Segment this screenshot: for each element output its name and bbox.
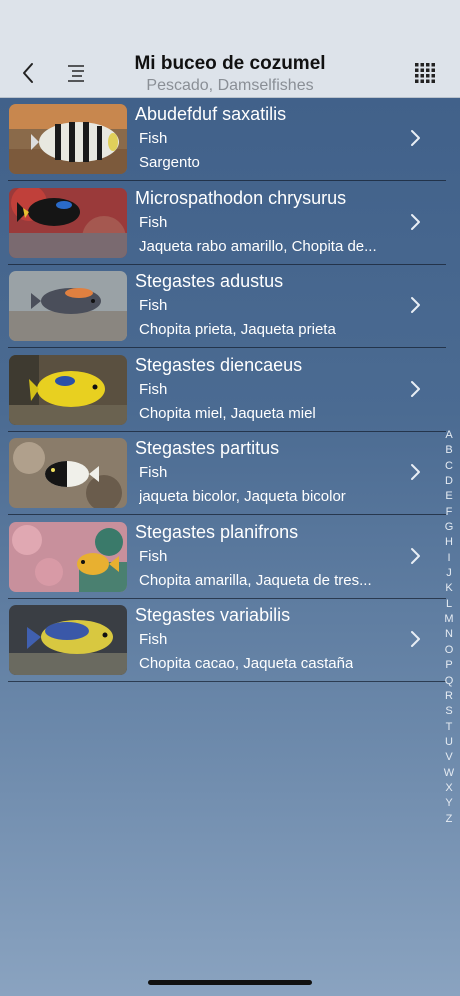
species-type: Fish <box>139 380 168 398</box>
chevron-right-icon <box>411 130 420 146</box>
menu-button[interactable] <box>62 58 90 88</box>
index-letter[interactable]: C <box>445 459 453 474</box>
species-common-names: jaqueta bicolor, Jaqueta bicolor <box>139 488 346 505</box>
index-letter[interactable]: B <box>445 443 452 458</box>
list-item[interactable]: Stegastes variabilis Fish Chopita cacao,… <box>0 599 446 682</box>
index-letter[interactable]: S <box>445 704 452 719</box>
species-name: Stegastes variabilis <box>135 605 291 625</box>
index-letter[interactable]: R <box>445 689 453 704</box>
index-letter[interactable]: V <box>445 750 452 765</box>
index-letter[interactable]: Y <box>445 796 452 811</box>
species-thumbnail <box>9 605 127 675</box>
grid-icon-dot <box>431 79 435 83</box>
species-name: Stegastes partitus <box>135 438 280 458</box>
index-letter[interactable]: G <box>445 520 454 535</box>
species-name: Abudefduf saxatilis <box>135 104 287 124</box>
grid-icon-dot <box>415 68 419 72</box>
index-letter[interactable]: A <box>445 428 452 443</box>
species-list-area: Abudefduf saxatilis Fish Sargento Micros… <box>0 98 460 996</box>
page-subtitle: Pescado, Damselfishes <box>146 77 314 94</box>
grid-icon-dot <box>431 68 435 72</box>
alphabet-index[interactable]: ABCDEFGHIJKLMNOPQRSTUVWXYZ <box>442 428 456 827</box>
grid-view-button[interactable] <box>410 58 440 88</box>
index-letter[interactable]: M <box>444 612 453 627</box>
chevron-left-icon <box>23 63 33 83</box>
index-letter[interactable]: L <box>446 597 452 612</box>
species-common-names: Chopita miel, Jaqueta miel <box>139 404 316 422</box>
grid-icon <box>415 63 435 83</box>
index-letter[interactable]: Z <box>446 812 453 827</box>
species-thumbnail <box>9 354 127 425</box>
grid-icon-dot <box>420 74 424 78</box>
grid-icon-dot <box>420 63 424 67</box>
grid-icon-dot <box>420 68 424 72</box>
index-letter[interactable]: K <box>445 581 452 596</box>
species-type: Fish <box>139 213 168 231</box>
index-letter[interactable]: H <box>445 535 453 550</box>
species-name: Microspathodon chrysurus <box>135 187 347 208</box>
list-item[interactable]: Microspathodon chrysurus Fish Jaqueta ra… <box>0 182 446 265</box>
species-name: Stegastes planifrons <box>135 521 299 542</box>
grid-icon-dot <box>420 79 424 83</box>
chevron-right-icon <box>411 464 420 480</box>
species-type: Fish <box>139 547 168 565</box>
species-common-names: Chopita amarilla, Jaqueta de tres... <box>139 571 372 589</box>
grid-icon-dot <box>426 63 430 67</box>
grid-icon-dot <box>415 63 419 67</box>
species-type: Fish <box>139 631 168 648</box>
index-letter[interactable]: X <box>445 781 452 796</box>
index-letter[interactable]: W <box>444 766 454 781</box>
grid-icon-dot <box>426 68 430 72</box>
chevron-right-icon <box>411 213 420 230</box>
index-letter[interactable]: J <box>446 566 452 581</box>
index-letter[interactable]: D <box>445 474 453 489</box>
species-common-names: Sargento <box>139 154 200 171</box>
species-common-names: Chopita prieta, Jaqueta prieta <box>139 321 336 338</box>
grid-icon-dot <box>415 74 419 78</box>
grid-icon-dot <box>415 79 419 83</box>
species-type: Fish <box>139 464 168 481</box>
index-letter[interactable]: E <box>445 489 452 504</box>
grid-icon-dot <box>426 74 430 78</box>
species-name: Stegastes diencaeus <box>135 354 303 375</box>
species-type: Fish <box>139 130 168 147</box>
index-letter[interactable]: O <box>445 643 454 658</box>
index-letter[interactable]: F <box>446 505 453 520</box>
list-item[interactable]: Abudefduf saxatilis Fish Sargento <box>0 98 446 181</box>
list-item[interactable]: Stegastes diencaeus Fish Chopita miel, J… <box>0 349 446 432</box>
species-name: Stegastes adustus <box>135 271 284 291</box>
species-thumbnail <box>9 521 127 592</box>
species-thumbnail <box>9 104 127 174</box>
back-button[interactable] <box>14 58 42 88</box>
grid-icon-dot <box>431 74 435 78</box>
grid-icon-dot <box>426 79 430 83</box>
species-thumbnail <box>9 187 127 258</box>
species-thumbnail <box>9 271 127 341</box>
list-item[interactable]: Stegastes partitus Fish jaqueta bicolor,… <box>0 432 446 515</box>
species-common-names: Chopita cacao, Jaqueta castaña <box>139 655 354 672</box>
row-divider <box>8 681 446 682</box>
chevron-right-icon <box>411 547 420 564</box>
index-letter[interactable]: I <box>447 551 450 566</box>
index-letter[interactable]: U <box>445 735 453 750</box>
species-thumbnail <box>9 438 127 508</box>
home-indicator <box>148 980 312 985</box>
list-icon <box>68 65 84 82</box>
chevron-right-icon <box>411 380 420 397</box>
index-letter[interactable]: P <box>445 658 452 673</box>
page-title: Mi buceo de cozumel <box>134 53 326 74</box>
chevron-right-icon <box>411 631 420 647</box>
chevron-right-icon <box>411 297 420 313</box>
index-letter[interactable]: N <box>445 627 453 642</box>
species-type: Fish <box>139 297 168 314</box>
index-letter[interactable]: T <box>446 720 453 735</box>
index-letter[interactable]: Q <box>445 674 454 689</box>
grid-icon-dot <box>431 63 435 67</box>
list-item[interactable]: Stegastes adustus Fish Chopita prieta, J… <box>0 265 446 348</box>
list-item[interactable]: Stegastes planifrons Fish Chopita amaril… <box>0 516 446 599</box>
species-common-names: Jaqueta rabo amarillo, Chopita de... <box>139 237 377 255</box>
navigation-bar: Mi buceo de cozumel Pescado, Damselfishe… <box>0 0 460 98</box>
